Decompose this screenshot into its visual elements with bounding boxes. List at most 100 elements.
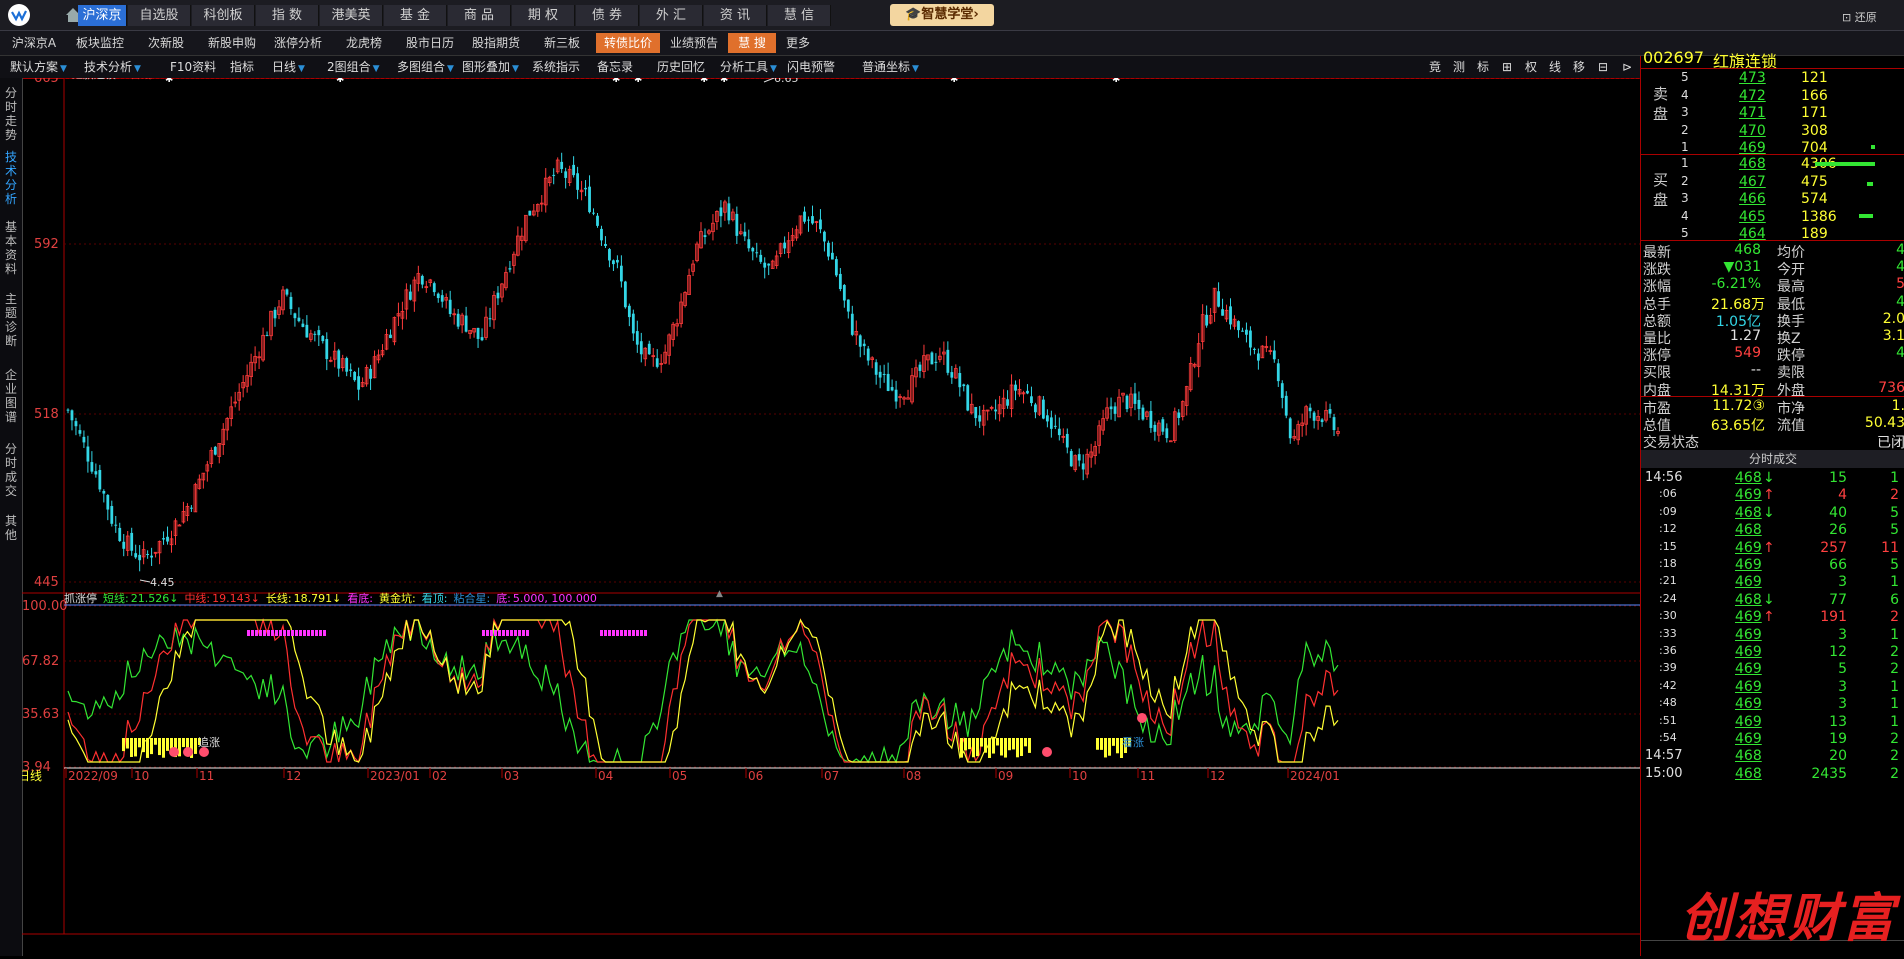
right-tool-7[interactable]: ⊟ <box>1592 58 1614 76</box>
top-nav-item-10[interactable]: 资 讯 <box>704 5 767 26</box>
pane-resize-icon[interactable]: ▲ <box>716 589 723 599</box>
sell-price[interactable]: 472 <box>1739 88 1766 104</box>
right-tool-1[interactable]: 测 <box>1448 58 1470 76</box>
tick-price[interactable]: 469 <box>1735 540 1762 556</box>
tick-price[interactable]: 468 <box>1735 592 1762 608</box>
event-marker-icon[interactable]: ✱ <box>700 74 708 85</box>
sidebar-tab-6[interactable]: 其他 <box>3 514 19 542</box>
tick-price[interactable]: 468 <box>1735 748 1762 764</box>
right-tool-0[interactable]: 竟 <box>1424 58 1446 76</box>
right-tool-4[interactable]: 权 <box>1520 58 1542 76</box>
event-marker-icon[interactable]: ✱ <box>165 74 173 85</box>
tick-price[interactable]: 468 <box>1735 505 1762 521</box>
sell-price[interactable]: 473 <box>1739 70 1766 86</box>
top-nav-item-7[interactable]: 期 权 <box>512 5 575 26</box>
toolbar-item-3[interactable]: 指标 <box>228 58 256 76</box>
tick-price[interactable]: 469 <box>1735 487 1762 503</box>
top-nav-item-6[interactable]: 商 品 <box>448 5 511 26</box>
top-nav-item-8[interactable]: 债 券 <box>576 5 639 26</box>
sub-nav-item-9[interactable]: 转债比价 <box>596 33 660 53</box>
period-button[interactable]: 日线 <box>18 769 42 783</box>
event-marker-icon[interactable]: ✱ <box>634 74 642 85</box>
event-marker-icon[interactable]: ✱ <box>1112 74 1120 85</box>
tick-price[interactable]: 469 <box>1735 574 1762 590</box>
top-signal-bar <box>267 630 270 636</box>
tick-price[interactable]: 469 <box>1735 557 1762 573</box>
sub-nav-item-3[interactable]: 新股申购 <box>200 33 264 53</box>
event-marker-icon[interactable]: ✱ <box>612 74 620 85</box>
sidebar-tab-1[interactable]: 技术分析 <box>3 150 19 206</box>
toolbar-item-11[interactable]: 分析工具 ▼ <box>718 58 779 76</box>
toolbar-item-10[interactable]: 历史回忆 <box>655 58 707 76</box>
sidebar-tab-2[interactable]: 基本资料 <box>3 220 19 276</box>
sub-nav-item-8[interactable]: 新三板 <box>530 33 594 53</box>
right-tool-5[interactable]: 线 <box>1544 58 1566 76</box>
toolbar-item-1[interactable]: 技术分析 ▼ <box>82 58 143 76</box>
tick-price[interactable]: 468 <box>1735 766 1762 782</box>
toolbar-item-0[interactable]: 默认方案 ▼ <box>8 58 69 76</box>
toolbar-item-13[interactable]: 普通坐标 ▼ <box>860 58 921 76</box>
sell-price[interactable]: 470 <box>1739 123 1766 139</box>
sub-nav-item-10[interactable]: 业绩预告 <box>662 33 726 53</box>
top-nav-item-4[interactable]: 港美英 <box>320 5 383 26</box>
sell-price[interactable]: 471 <box>1739 105 1766 121</box>
sub-nav-item-0[interactable]: 沪深京A <box>2 33 66 53</box>
tick-price[interactable]: 469 <box>1735 714 1762 730</box>
right-tool-6[interactable]: 移 <box>1568 58 1590 76</box>
top-nav-item-9[interactable]: 外 汇 <box>640 5 703 26</box>
tick-price[interactable]: 469 <box>1735 644 1762 660</box>
top-nav-item-5[interactable]: 基 金 <box>384 5 447 26</box>
tick-price[interactable]: 468 <box>1735 522 1762 538</box>
sub-nav-item-1[interactable]: 板块监控 <box>68 33 132 53</box>
event-marker-icon[interactable]: ✱ <box>950 74 958 85</box>
buy-price[interactable]: 468 <box>1739 156 1766 172</box>
tick-price[interactable]: 469 <box>1735 731 1762 747</box>
toolbar-item-7[interactable]: 图形叠加 ▼ <box>460 58 521 76</box>
event-marker-icon[interactable]: ✱ <box>336 74 344 85</box>
right-tool-3[interactable]: ⊞ <box>1496 58 1518 76</box>
kline-chart-svg[interactable]: 665592518445红旗连锁日线6.654.45✱✱✱✱✱✱✱✱100.00… <box>18 67 1640 956</box>
toolbar-item-12[interactable]: 闪电预警 <box>785 58 837 76</box>
restore-button[interactable]: ⊡ 还原 <box>1842 9 1877 25</box>
tick-price[interactable]: 469 <box>1735 679 1762 695</box>
price-tick-label: 445 <box>34 575 59 590</box>
tick-price[interactable]: 468 <box>1735 470 1762 486</box>
sub-nav-item-7[interactable]: 股指期货 <box>464 33 528 53</box>
toolbar-item-8[interactable]: 系统指示 <box>530 58 582 76</box>
top-nav-item-3[interactable]: 指 数 <box>256 5 319 26</box>
sub-nav-item-6[interactable]: 股市日历 <box>398 33 462 53</box>
sub-nav-item-11[interactable]: 慧 搜 <box>728 33 776 53</box>
sub-nav-item-12[interactable]: 更多 <box>778 33 818 53</box>
sidebar-tab-0[interactable]: 分时走势 <box>3 86 19 142</box>
top-nav-item-11[interactable]: 慧 信 <box>768 5 831 26</box>
buy-price[interactable]: 466 <box>1739 191 1766 207</box>
buy-price[interactable]: 465 <box>1739 209 1766 225</box>
tick-price[interactable]: 469 <box>1735 627 1762 643</box>
top-nav-item-2[interactable]: 科创板 <box>192 5 255 26</box>
ticks-header[interactable]: 分时成交 <box>1641 450 1904 468</box>
toolbar-item-5[interactable]: 2图组合 ▼ <box>325 58 382 76</box>
toolbar-item-4[interactable]: 日线 ▼ <box>270 58 307 76</box>
sidebar-tab-5[interactable]: 分时成交 <box>3 442 19 498</box>
right-tool-8[interactable]: ⊳ <box>1616 58 1638 76</box>
toolbar-item-9[interactable]: 备忘录 <box>595 58 635 76</box>
toolbar-item-6[interactable]: 多图组合 ▼ <box>395 58 456 76</box>
candle-body <box>823 231 826 242</box>
tick-price[interactable]: 469 <box>1735 696 1762 712</box>
tick-count: 2 <box>1890 765 1899 782</box>
sidebar-tab-4[interactable]: 企业图谱 <box>3 368 19 424</box>
sub-nav-item-4[interactable]: 涨停分析 <box>266 33 330 53</box>
sub-nav-item-2[interactable]: 次新股 <box>134 33 198 53</box>
chart-area[interactable]: 665592518445红旗连锁日线6.654.45✱✱✱✱✱✱✱✱100.00… <box>18 67 1640 956</box>
buy-price[interactable]: 467 <box>1739 174 1766 190</box>
tick-price[interactable]: 469 <box>1735 661 1762 677</box>
event-marker-icon[interactable]: ✱ <box>720 74 728 85</box>
academy-button[interactable]: 🎓智慧学堂› <box>890 4 994 26</box>
top-nav-item-0[interactable]: 沪深京 <box>78 5 127 26</box>
sidebar-tab-3[interactable]: 主题诊断 <box>3 292 19 348</box>
right-tool-2[interactable]: 标 <box>1472 58 1494 76</box>
sub-nav-item-5[interactable]: 龙虎榜 <box>332 33 396 53</box>
toolbar-item-2[interactable]: F10资料 <box>168 58 218 76</box>
top-nav-item-1[interactable]: 自选股 <box>128 5 191 26</box>
tick-price[interactable]: 469 <box>1735 609 1762 625</box>
